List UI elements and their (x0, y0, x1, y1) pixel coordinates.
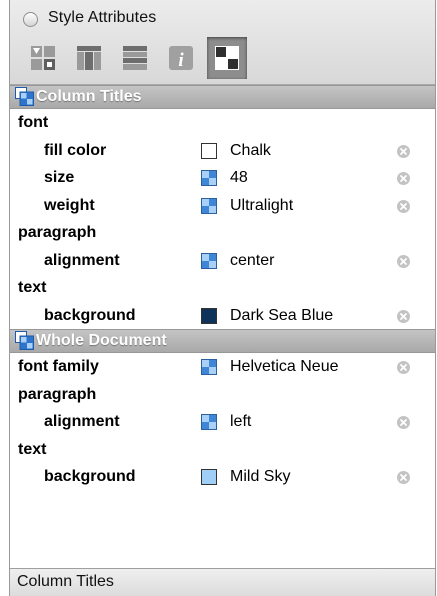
remove-attribute-button[interactable] (397, 361, 410, 374)
attribute-label: fill color (44, 141, 107, 159)
section-title: Column Titles (36, 88, 142, 105)
attribute-label: background (44, 306, 136, 324)
attribute-label: font family (18, 358, 99, 375)
window-control-button[interactable] (23, 12, 38, 27)
attribute-value[interactable]: Mild Sky (230, 468, 290, 486)
info-tab[interactable]: i (161, 37, 201, 79)
attribute-label: paragraph (18, 385, 97, 403)
cell-layout-tab[interactable] (23, 37, 63, 79)
inherited-value-icon (201, 197, 217, 214)
status-bar: Column Titles (10, 568, 435, 596)
attribute-value[interactable]: center (230, 252, 274, 270)
rows-icon (123, 46, 147, 70)
attribute-value[interactable]: Ultralight (230, 197, 293, 215)
attribute-label: font (18, 114, 49, 131)
attribute-row[interactable]: fill color Chalk (10, 137, 435, 165)
remove-attribute-button[interactable] (397, 254, 410, 268)
style-icon (15, 331, 34, 355)
attribute-row[interactable]: background Dark Sea Blue (10, 302, 435, 330)
inherited-value-icon (201, 170, 217, 186)
color-swatch[interactable] (201, 469, 217, 485)
attribute-label: paragraph (18, 224, 97, 241)
style-icon (15, 87, 34, 111)
attribute-row: font (10, 109, 435, 137)
attribute-row[interactable]: weight Ultralight (10, 192, 435, 220)
attribute-label: size (44, 169, 75, 186)
attribute-label: background (44, 468, 136, 485)
attribute-row: text (10, 274, 435, 302)
attributes-list: Column Titles font fill color Chalk size 48 we… (10, 85, 435, 568)
attribute-row[interactable]: alignment center (10, 247, 435, 275)
attribute-row[interactable]: background Mild Sky (10, 463, 435, 491)
columns-tab[interactable] (69, 37, 109, 79)
section-header[interactable]: Whole Document (10, 329, 435, 353)
remove-attribute-button[interactable] (397, 172, 410, 185)
inherited-value-icon (201, 359, 217, 375)
grid-style-icon (215, 46, 239, 70)
color-swatch[interactable] (201, 307, 217, 324)
window-title: Style Attributes (48, 9, 157, 26)
remove-attribute-button[interactable] (397, 199, 410, 213)
attribute-label: text (18, 440, 47, 458)
columns-icon (77, 46, 101, 70)
remove-attribute-button[interactable] (397, 309, 410, 323)
remove-attribute-button[interactable] (397, 471, 410, 484)
rows-tab[interactable] (115, 37, 155, 79)
attribute-row: paragraph (10, 219, 435, 247)
remove-attribute-button[interactable] (397, 144, 410, 158)
svg-text:i: i (178, 50, 184, 71)
attribute-value[interactable]: Dark Sea Blue (230, 307, 333, 325)
attribute-label: alignment (44, 251, 120, 269)
cell-layout-icon (31, 46, 55, 70)
style-attributes-window: Style Attributes i Column Titles font fi… (9, 0, 436, 596)
attribute-row: paragraph (10, 381, 435, 409)
attribute-label: text (18, 279, 47, 296)
inherited-value-icon (201, 414, 217, 430)
attribute-row[interactable]: size 48 (10, 164, 435, 192)
attribute-label: weight (44, 196, 95, 214)
attribute-value[interactable]: Helvetica Neue (230, 358, 339, 376)
attribute-value[interactable]: left (230, 413, 251, 431)
inherited-value-icon (201, 252, 217, 269)
status-text: Column Titles (17, 573, 114, 590)
section-header[interactable]: Column Titles (10, 85, 435, 109)
attribute-value[interactable]: Chalk (230, 142, 271, 160)
attribute-value[interactable]: 48 (230, 169, 248, 187)
style-grid-tab[interactable] (207, 37, 247, 79)
attribute-row[interactable]: alignment left (10, 408, 435, 436)
remove-attribute-button[interactable] (397, 416, 410, 429)
attribute-row[interactable]: font family Helvetica Neue (10, 353, 435, 381)
title-bar: Style Attributes i (10, 0, 435, 85)
info-icon: i (169, 46, 193, 71)
attribute-label: alignment (44, 413, 120, 430)
attribute-row: text (10, 436, 435, 464)
section-title: Whole Document (36, 332, 167, 349)
color-swatch[interactable] (201, 142, 217, 159)
